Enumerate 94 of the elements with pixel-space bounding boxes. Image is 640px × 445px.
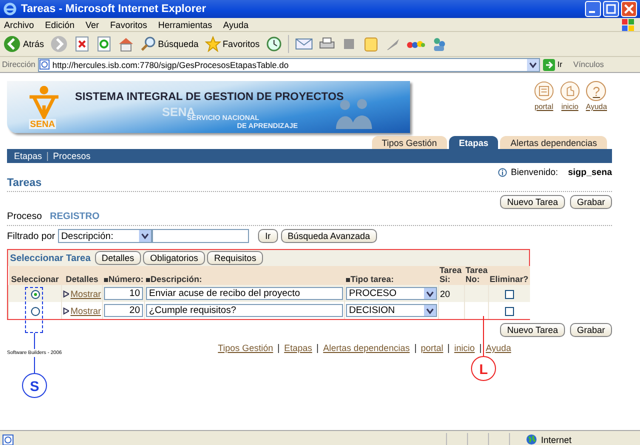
type-dropdown[interactable]: DECISION bbox=[346, 304, 437, 317]
dropdown-arrow-icon bbox=[424, 288, 436, 299]
security-zone-label: Internet bbox=[541, 434, 572, 444]
footer-link[interactable]: portal bbox=[420, 343, 444, 353]
action-button[interactable]: Nuevo Tarea bbox=[500, 195, 565, 209]
action-button[interactable]: Nuevo Tarea bbox=[500, 323, 565, 337]
menu-item[interactable]: Herramientas bbox=[158, 20, 212, 30]
description-field[interactable]: ¿Cumple requisitos? bbox=[146, 304, 343, 317]
process-label: Proceso bbox=[7, 211, 42, 222]
footer-link[interactable]: Etapas bbox=[284, 343, 312, 353]
menu-item[interactable]: Favoritos bbox=[110, 20, 148, 30]
links-label[interactable]: Vínculos bbox=[573, 60, 604, 69]
mail-icon[interactable] bbox=[294, 36, 313, 52]
radio-button[interactable] bbox=[30, 306, 40, 316]
column-header: Detalles bbox=[66, 274, 98, 284]
column-header: Descripción: bbox=[146, 274, 202, 284]
annotation-marker: L bbox=[471, 356, 496, 381]
page-icon bbox=[2, 434, 14, 445]
annotation-marker: S bbox=[22, 373, 47, 398]
maximize-button[interactable] bbox=[603, 1, 619, 17]
process-value: REGISTRO bbox=[50, 211, 100, 222]
info-icon bbox=[498, 168, 507, 176]
page-icon bbox=[39, 59, 50, 70]
column-header: Eliminar? bbox=[490, 274, 528, 284]
back-button[interactable]: Atrás bbox=[3, 35, 44, 53]
action-button[interactable]: Grabar bbox=[570, 323, 612, 337]
help-icon: ? bbox=[586, 81, 606, 101]
description-field[interactable]: Enviar acuse de recibo del proyecto bbox=[146, 287, 343, 300]
footer-link[interactable]: inicio bbox=[454, 343, 475, 353]
radio-button[interactable] bbox=[30, 290, 40, 299]
banner-title: SISTEMA INTEGRAL DE GESTION DE PROYECTOS bbox=[75, 91, 344, 103]
search-icon bbox=[140, 36, 156, 52]
dropdown-arrow-icon bbox=[424, 305, 436, 316]
favorites-button[interactable]: Favoritos bbox=[204, 36, 260, 52]
nav-link[interactable]: Etapas bbox=[14, 151, 42, 161]
play-arrow-icon bbox=[63, 306, 70, 314]
history-icon[interactable] bbox=[266, 36, 282, 52]
arrow-icon bbox=[543, 58, 556, 70]
type-dropdown[interactable]: PROCESO bbox=[346, 287, 437, 300]
column-header: Número: bbox=[104, 274, 144, 284]
footer-link[interactable]: Tipos Gestión bbox=[218, 343, 274, 353]
menu-item[interactable]: Ayuda bbox=[223, 20, 248, 30]
leader-line bbox=[34, 333, 35, 373]
close-button[interactable] bbox=[621, 1, 637, 17]
leader-line bbox=[483, 316, 484, 356]
delete-checkbox[interactable] bbox=[504, 290, 514, 299]
document-icon bbox=[534, 81, 554, 101]
table-title: Seleccionar Tarea bbox=[10, 252, 91, 264]
stop-icon[interactable] bbox=[74, 36, 90, 52]
globe-icon bbox=[526, 434, 537, 445]
logo-figure-icon bbox=[27, 84, 61, 120]
table-cell: 20 bbox=[440, 288, 450, 298]
nav-link[interactable]: Procesos bbox=[53, 151, 91, 161]
address-field[interactable]: http://hercules.isb.com:7780/sigp/GesProcesosEtapasTable.do bbox=[38, 58, 540, 72]
address-label: Dirección bbox=[2, 60, 36, 69]
menu-item[interactable]: Archivo bbox=[4, 20, 34, 30]
footer-link[interactable]: Ayuda bbox=[486, 343, 512, 353]
go-button[interactable]: Ir bbox=[258, 229, 278, 243]
tab[interactable]: Alertas dependencias bbox=[500, 136, 607, 149]
browser-icon bbox=[3, 2, 17, 16]
windows-logo-icon bbox=[622, 18, 634, 30]
user-name: sigp_sena bbox=[568, 167, 612, 177]
page-title: Tareas bbox=[7, 177, 612, 192]
star-icon bbox=[204, 36, 221, 52]
advanced-search-button[interactable]: Búsqueda Avanzada bbox=[280, 229, 377, 243]
column-header: Tipo tarea: bbox=[346, 274, 394, 284]
tab[interactable]: Etapas bbox=[448, 136, 498, 149]
selection-highlight bbox=[25, 287, 43, 333]
welcome-label: Bienvenido: bbox=[510, 167, 558, 177]
filter-dropdown[interactable]: Descripción: bbox=[58, 229, 152, 243]
footer-link[interactable]: Alertas dependencias bbox=[323, 343, 410, 353]
tab[interactable]: Tipos Gestión bbox=[372, 136, 447, 149]
search-button[interactable]: Búsqueda bbox=[140, 36, 199, 52]
menu-item[interactable]: Ver bbox=[86, 20, 100, 30]
window-title: Tareas - Microsoft Internet Explorer bbox=[21, 3, 208, 15]
home-icon[interactable] bbox=[118, 36, 134, 52]
menu-item[interactable]: Edición bbox=[45, 20, 75, 30]
minimize-button[interactable] bbox=[585, 1, 601, 17]
number-field[interactable]: 20 bbox=[104, 304, 143, 317]
table-button[interactable]: Detalles bbox=[94, 251, 142, 265]
number-field[interactable]: 10 bbox=[104, 287, 143, 300]
table-button[interactable]: Obligatorios bbox=[143, 251, 206, 265]
table-button[interactable]: Requisitos bbox=[207, 251, 264, 265]
play-arrow-icon bbox=[63, 290, 70, 298]
delete-checkbox[interactable] bbox=[504, 306, 514, 316]
column-header: Tarea Si: bbox=[440, 265, 462, 284]
filter-label: Filtrado por bbox=[7, 230, 56, 242]
go-button[interactable]: Ir bbox=[543, 58, 562, 70]
refresh-icon[interactable] bbox=[96, 36, 112, 52]
action-button[interactable]: Grabar bbox=[570, 195, 612, 209]
column-header: Tarea No: bbox=[466, 265, 488, 284]
logo-text: SENA bbox=[29, 119, 56, 129]
column-header: Seleccionar bbox=[11, 274, 59, 284]
filter-text-field[interactable] bbox=[152, 229, 250, 243]
